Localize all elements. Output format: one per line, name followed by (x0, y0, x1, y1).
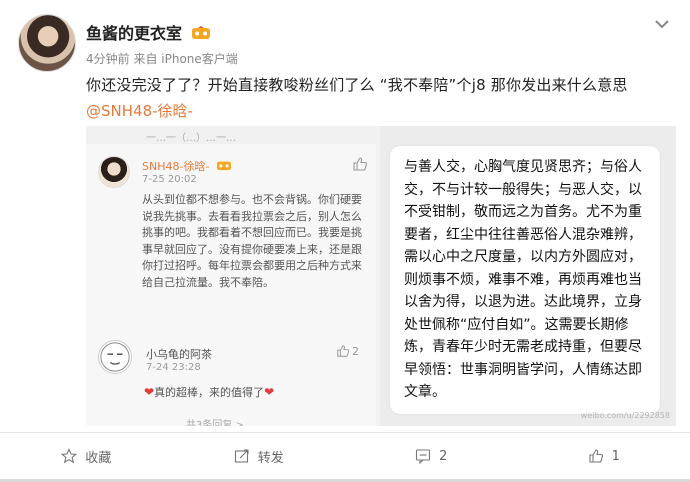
user-avatar[interactable] (18, 14, 76, 72)
comment2-like: 2 (336, 344, 359, 358)
embedded-strip-text: 一…一（…）…一… (146, 133, 236, 144)
username-text[interactable]: 鱼酱的更衣室 (86, 24, 182, 43)
heart-icon: ❤ (144, 385, 155, 399)
comment2-body-text: 真的超棒，来的值得了 (154, 386, 265, 399)
star-icon (61, 448, 78, 464)
post-meta: 4分钟前 来自 iPhone客户端 (86, 52, 238, 66)
comment1-time: 7-25 20:02 (142, 174, 197, 185)
comment2-time: 7-24 23:28 (146, 362, 201, 373)
comment2-body: ❤真的超棒，来的值得了❤ (144, 384, 274, 400)
comment2-name: 小乌龟的阿茶 (146, 348, 212, 361)
post-username[interactable]: 鱼酱的更衣室 (86, 20, 210, 44)
comment1-avatar (98, 156, 130, 188)
thumbs-up-icon (353, 157, 367, 171)
embedded-comments-panel: 一…一（…）…一… SNH48-徐晗- 7-25 20:02 从头到位都不想参与… (86, 126, 376, 426)
like-button[interactable]: 1 (518, 433, 690, 479)
favorite-label: 收藏 (85, 450, 112, 466)
repost-button[interactable]: 转发 (173, 433, 346, 479)
more-replies: 共3条回复 > (186, 420, 244, 426)
vip-badge-icon (191, 26, 210, 39)
watermark: weibo.com/u/2292858 (580, 411, 670, 420)
quote-text: 与善人交，心胸气度见贤思齐；与俗人交，不与计较一般得失；与恶人交，以不受钳制，敬… (404, 159, 642, 400)
like-count: 1 (611, 448, 620, 464)
post-actions-bar: 收藏 转发 2 1 (0, 433, 690, 479)
heart-icon: ❤ (264, 385, 275, 399)
embedded-screenshot: 一…一（…）…一… SNH48-徐晗- 7-25 20:02 从头到位都不想参与… (86, 126, 676, 426)
comment2-avatar (98, 340, 132, 374)
quote-card: 与善人交，心胸气度见贤思齐；与俗人交，不与计较一般得失；与恶人交，以不受钳制，敬… (390, 146, 660, 414)
embedded-top-strip: 一…一（…）…一… (86, 126, 376, 144)
comment2-like-count: 2 (352, 345, 359, 358)
embedded-quote-panel: 与善人交，心胸气度见贤思齐；与俗人交，不与计较一般得失；与恶人交，以不受钳制，敬… (380, 126, 676, 426)
comment1-name: SNH48-徐晗- (142, 158, 231, 174)
repost-label: 转发 (257, 450, 284, 466)
comment-icon (416, 449, 431, 464)
comment-count: 2 (439, 448, 448, 464)
thumbs-up-icon (589, 449, 603, 463)
repost-icon (234, 449, 249, 463)
mention-link[interactable]: @SNH48-徐晗- (86, 100, 193, 121)
comment1-body: 从头到位都不想参与。也不会背锅。你们硬要说我先挑事。去看看我拉票会之后，别人怎么… (142, 193, 362, 289)
comment1-name-text: SNH48-徐晗- (142, 160, 210, 173)
favorite-button[interactable]: 收藏 (0, 433, 173, 479)
thumbs-up-icon (337, 345, 350, 357)
comment-button[interactable]: 2 (345, 433, 518, 479)
chevron-down-icon[interactable] (652, 14, 672, 34)
vip-badge-icon (216, 161, 231, 171)
post-text: 你还没完没了了？开始直接教唆粉丝们了么 “我不奉陪”个j8 那你发出来什么意思 (86, 76, 628, 94)
